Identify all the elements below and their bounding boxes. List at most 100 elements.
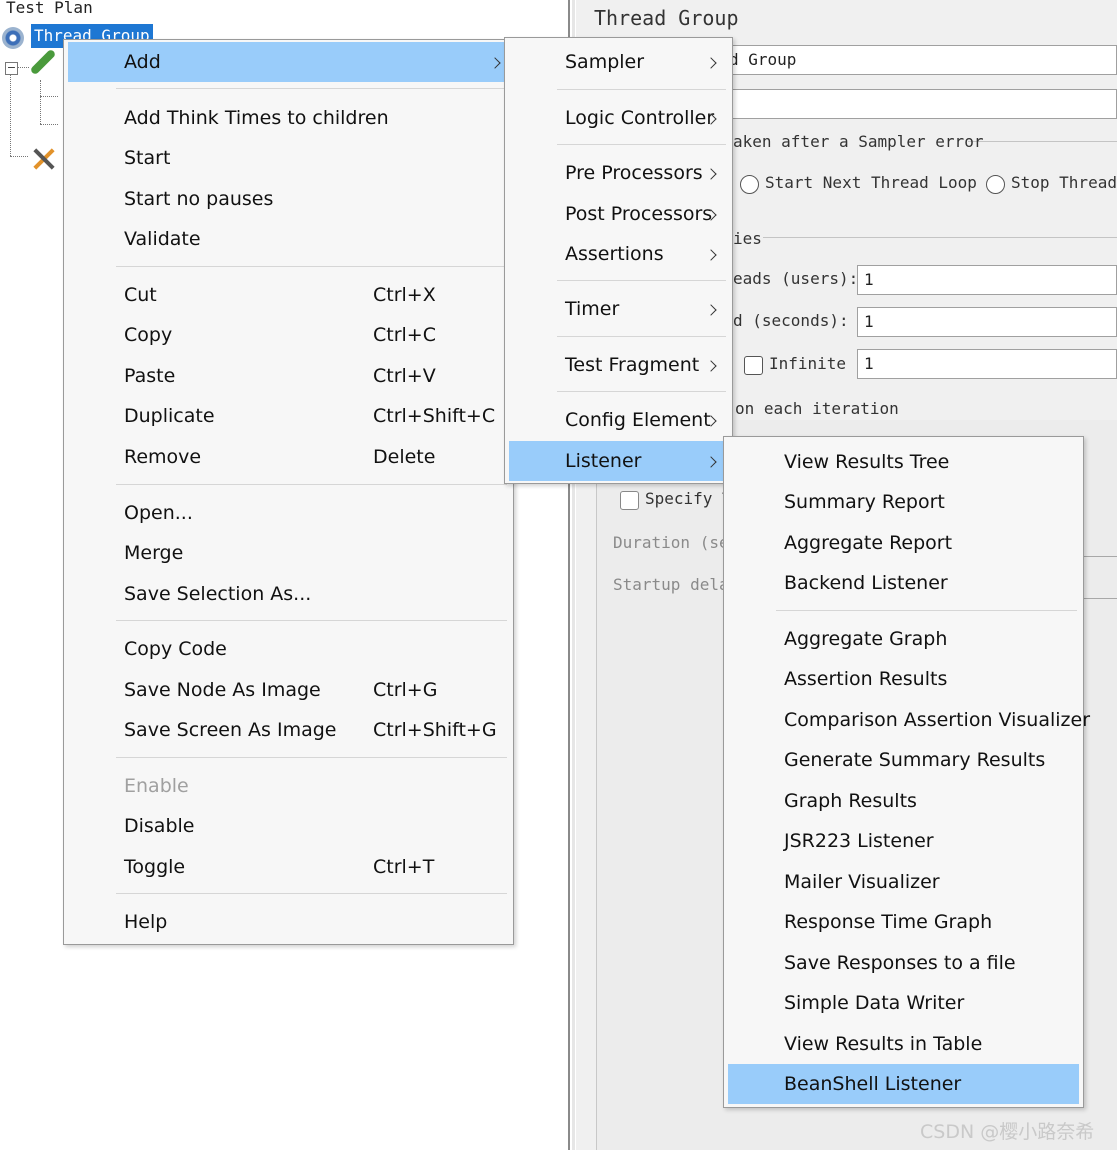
menu-item-generate-summary-results[interactable]: Generate Summary Results [728,740,1079,780]
threads-input[interactable]: 1 [857,265,1117,295]
tree-connector [40,124,58,125]
radio-next-loop[interactable] [740,175,759,194]
chevron-right-icon [705,57,717,69]
menu-item-mailer-visualizer[interactable]: Mailer Visualizer [728,862,1079,902]
menu-item-label: Copy [124,324,173,346]
menu-item-view-results-tree[interactable]: View Results Tree [728,442,1079,482]
menu-item-label: Cut [124,284,157,306]
loop-count-input[interactable]: 1 [857,349,1117,379]
menu-item-test-fragment[interactable]: Test Fragment [509,345,728,385]
http-sampler-icon[interactable] [29,48,57,76]
add-submenu: Sampler Logic Controller Pre Processors … [504,37,733,484]
menu-item-save-selection-as[interactable]: Save Selection As... [68,574,509,614]
menu-item-cut[interactable]: Cut Ctrl+X [68,275,509,315]
menu-item-comparison-assertion-visualizer[interactable]: Comparison Assertion Visualizer [728,700,1090,740]
same-user-label: on each iteration [735,399,899,418]
chevron-right-icon [489,57,501,69]
menu-item-disable[interactable]: Disable [68,806,509,846]
menu-item-beanshell-listener[interactable]: BeanShell Listener [728,1064,1079,1104]
tree-connector [40,80,41,124]
menu-item-assertion-results[interactable]: Assertion Results [728,659,1079,699]
group-border [968,141,1117,142]
chevron-right-icon [705,456,717,468]
menu-item-simple-data-writer[interactable]: Simple Data Writer [728,983,1079,1023]
duration-input-edge[interactable] [1084,556,1117,557]
menu-item-validate[interactable]: Validate [68,219,509,259]
menu-item-save-node-as-image[interactable]: Save Node As Image Ctrl+G [68,670,509,710]
menu-item-sampler[interactable]: Sampler [509,42,728,82]
menu-item-label: Timer [565,298,620,320]
menu-item-add-think-times[interactable]: Add Think Times to children [68,98,509,138]
menu-item-label: Assertion Results [784,668,948,690]
menu-item-paste[interactable]: Paste Ctrl+V [68,356,509,396]
menu-item-toggle[interactable]: Toggle Ctrl+T [68,847,509,887]
menu-separator [116,88,507,89]
menu-item-label: Add Think Times to children [124,107,389,129]
menu-item-shortcut: Ctrl+G [373,679,438,701]
menu-item-logic-controller[interactable]: Logic Controller [509,98,728,138]
startup-delay-label: Startup dela [613,575,729,594]
menu-item-aggregate-report[interactable]: Aggregate Report [728,523,1079,563]
menu-item-start-no-pauses[interactable]: Start no pauses [68,179,509,219]
menu-separator [557,89,726,90]
radio-stop-thread-label: Stop Thread [1011,173,1117,192]
menu-item-pre-processors[interactable]: Pre Processors [509,153,728,193]
menu-item-label: View Results Tree [784,451,950,473]
collapse-icon[interactable]: − [5,62,18,75]
rampup-label: d (seconds): [733,311,849,330]
menu-item-save-responses-to-file[interactable]: Save Responses to a file [728,943,1079,983]
menu-item-post-processors[interactable]: Post Processors [509,194,728,234]
menu-item-label: Merge [124,542,184,564]
menu-item-label: Help [124,911,168,933]
menu-item-shortcut: Delete [373,446,436,468]
tools-icon[interactable] [29,146,59,172]
startup-input-edge[interactable] [1084,598,1117,599]
infinite-checkbox[interactable] [744,356,763,375]
menu-item-label: Aggregate Graph [784,628,948,650]
menu-item-timer[interactable]: Timer [509,289,728,329]
menu-item-jsr223-listener[interactable]: JSR223 Listener [728,821,1079,861]
menu-item-label: Summary Report [784,491,945,513]
menu-item-merge[interactable]: Merge [68,533,509,573]
name-field[interactable]: d Group [722,45,1117,75]
error-action-label: aken after a Sampler error [733,132,984,151]
menu-item-save-screen-as-image[interactable]: Save Screen As Image Ctrl+Shift+G [68,710,509,750]
menu-item-summary-report[interactable]: Summary Report [728,482,1079,522]
menu-item-label: Copy Code [124,638,227,660]
tree-connector [10,74,11,156]
infinite-label: Infinite [769,354,847,373]
duration-label: Duration (se [613,533,729,552]
chevron-right-icon [705,360,717,372]
menu-item-view-results-in-table[interactable]: View Results in Table [728,1024,1079,1064]
menu-item-config-element[interactable]: Config Element [509,400,728,440]
menu-item-label: Save Node As Image [124,679,321,701]
menu-item-duplicate[interactable]: Duplicate Ctrl+Shift+C [68,396,509,436]
menu-item-label: View Results in Table [784,1033,983,1055]
menu-item-label: BeanShell Listener [784,1073,962,1095]
menu-item-response-time-graph[interactable]: Response Time Graph [728,902,1079,942]
menu-separator [776,610,1077,611]
menu-item-assertions[interactable]: Assertions [509,234,728,274]
menu-item-copy[interactable]: Copy Ctrl+C [68,315,509,355]
radio-next-loop-label: Start Next Thread Loop [765,173,977,192]
menu-separator [557,144,726,145]
menu-item-aggregate-graph[interactable]: Aggregate Graph [728,619,1079,659]
tree-item-test-plan[interactable]: Test Plan [6,0,93,17]
menu-item-start[interactable]: Start [68,138,509,178]
menu-item-add[interactable]: Add [68,42,509,82]
menu-item-listener[interactable]: Listener [509,441,728,481]
rampup-input[interactable]: 1 [857,307,1117,337]
menu-item-remove[interactable]: Remove Delete [68,437,509,477]
specify-lifetime-checkbox[interactable] [620,491,639,510]
menu-item-label: Remove [124,446,202,468]
menu-item-backend-listener[interactable]: Backend Listener [728,563,1079,603]
comments-field[interactable] [722,89,1117,119]
menu-item-help[interactable]: Help [68,902,509,942]
menu-item-copy-code[interactable]: Copy Code [68,629,509,669]
radio-stop-thread[interactable] [986,175,1005,194]
menu-item-label: Start [124,147,171,169]
menu-item-open[interactable]: Open... [68,493,509,533]
menu-item-label: Simple Data Writer [784,992,965,1014]
menu-item-graph-results[interactable]: Graph Results [728,781,1079,821]
menu-item-label: Save Selection As... [124,583,312,605]
